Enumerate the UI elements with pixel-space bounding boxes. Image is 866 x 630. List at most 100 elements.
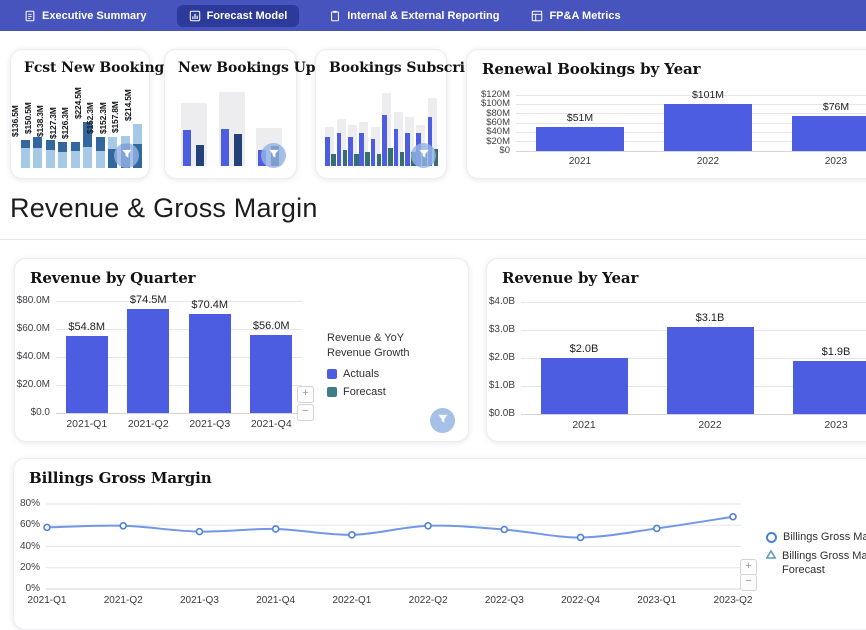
card-revenue-by-quarter: Revenue by Quarter $0.0$20.0M$40.0M$60.0…	[14, 258, 469, 442]
bar-2021-Q1[interactable]	[66, 336, 108, 413]
section-title: Revenue & Gross Margin	[10, 193, 318, 224]
legend-item-label: Billings Gross Margin Forecast	[782, 549, 866, 578]
actuals-bar[interactable]	[371, 139, 376, 166]
zoom-in-button[interactable]: +	[297, 386, 314, 403]
forecast-bar[interactable]	[196, 145, 204, 166]
forecast-bar[interactable]	[400, 152, 405, 166]
data-point-2022-Q1[interactable]	[349, 532, 355, 538]
data-point-2021-Q3[interactable]	[196, 529, 202, 535]
data-point-2022-Q3[interactable]	[501, 527, 507, 533]
legend-item-forecast: Forecast	[327, 386, 445, 398]
forecast-bar[interactable]	[354, 154, 359, 166]
legend-item-circle: Billings Gross Margin Actuals	[766, 531, 866, 543]
funnel-icon	[418, 147, 430, 165]
zoom-out-button[interactable]: −	[740, 574, 757, 591]
filter-badge[interactable]	[261, 143, 286, 168]
bar-2022[interactable]	[664, 104, 752, 151]
bar-value-label: $224.5M	[73, 87, 83, 119]
gross-margin-line-svg	[46, 504, 741, 589]
bar-2021[interactable]	[541, 358, 628, 414]
actuals-bar[interactable]	[359, 133, 364, 166]
billings-gross-margin-chart: 0%20%40%60%80%2021-Q12021-Q22021-Q32021-…	[46, 504, 741, 589]
forecast-bar[interactable]	[331, 154, 336, 166]
stacked-bar-segment[interactable]	[21, 140, 30, 148]
legend-item-label: Actuals	[343, 368, 379, 380]
actuals-bar[interactable]	[221, 129, 229, 166]
y-axis-label: $20.0M	[2, 379, 50, 391]
bar-2021-Q3[interactable]	[189, 314, 231, 413]
bar-2021[interactable]	[536, 127, 624, 151]
stacked-bar-segment[interactable]	[96, 151, 105, 168]
bar-value-label: $138.3M	[35, 105, 45, 137]
stacked-bar-segment[interactable]	[33, 148, 42, 168]
bar-value-label: $56.0M	[226, 320, 316, 332]
data-point-2023-Q1[interactable]	[654, 525, 660, 531]
filter-badge[interactable]	[114, 143, 139, 168]
x-axis-label: 2023	[791, 156, 866, 168]
bar-2023[interactable]	[793, 361, 866, 414]
y-axis-label: $4.0B	[467, 296, 515, 308]
bar-2023[interactable]	[792, 116, 866, 151]
bar-value-label: $150.5M	[23, 102, 33, 134]
actuals-bar[interactable]	[405, 133, 410, 166]
nav-tab-forecast-model[interactable]: Forecast Model	[177, 5, 300, 27]
actuals-bar[interactable]	[394, 129, 399, 166]
stacked-bar-segment[interactable]	[133, 124, 142, 144]
legend-swatch-icon	[327, 387, 337, 397]
stacked-bar-segment[interactable]	[71, 151, 80, 168]
bar-value-label: $2.0B	[539, 343, 629, 355]
card-title-new-bookings-upsell: New Bookings Up...	[178, 60, 330, 76]
stacked-bar-segment[interactable]	[46, 150, 55, 168]
forecast-bar[interactable]	[388, 148, 393, 166]
y-axis-label: 20%	[10, 562, 40, 574]
x-axis-label: 2022	[665, 419, 755, 431]
card-title-billings-gross-margin: Billings Gross Margin	[29, 469, 212, 487]
actuals-bar[interactable]	[382, 115, 387, 166]
actuals-bar[interactable]	[183, 130, 191, 166]
y-axis-label: $1.0B	[467, 380, 515, 392]
data-point-2023-Q2[interactable]	[730, 514, 736, 520]
nav-tab-executive-summary[interactable]: Executive Summary	[22, 5, 149, 27]
y-axis-label: $120M	[462, 89, 510, 101]
card-title-fcst-new-bookings: Fcst New Booking...	[24, 60, 179, 76]
zoom-out-button[interactable]: −	[297, 404, 314, 421]
forecast-bar[interactable]	[234, 134, 242, 166]
bar-value-label: $1.9B	[791, 346, 866, 358]
data-point-2022-Q2[interactable]	[425, 523, 431, 529]
bar-2021-Q4[interactable]	[250, 335, 292, 413]
stacked-bar-segment[interactable]	[58, 152, 67, 168]
stacked-bar-segment[interactable]	[33, 137, 42, 148]
filter-badge[interactable]	[411, 143, 436, 168]
stacked-bar-segment[interactable]	[71, 142, 80, 151]
stacked-bar-segment[interactable]	[83, 147, 92, 168]
filter-badge[interactable]	[430, 408, 455, 433]
x-axis-label: 2022	[663, 156, 753, 168]
nav-tab-fp-a-metrics[interactable]: FP&A Metrics	[529, 5, 622, 27]
bar-value-label: $3.1B	[665, 312, 755, 324]
legend-item-label: Forecast	[343, 386, 386, 398]
nav-tab-label: Internal & External Reporting	[347, 10, 499, 22]
nav-tab-label: Executive Summary	[42, 10, 147, 22]
data-point-2021-Q1[interactable]	[44, 524, 50, 530]
actuals-bar[interactable]	[337, 133, 342, 166]
stacked-bar-segment[interactable]	[96, 137, 105, 151]
actuals-bar[interactable]	[348, 137, 353, 166]
data-point-2022-Q4[interactable]	[578, 534, 584, 540]
stacked-bar-segment[interactable]	[21, 148, 30, 168]
section-divider	[0, 239, 866, 240]
forecast-bar[interactable]	[377, 154, 382, 166]
stacked-bar-segment[interactable]	[46, 140, 55, 150]
bar-2022[interactable]	[667, 327, 754, 414]
data-point-2021-Q2[interactable]	[120, 523, 126, 529]
card-renewal-bookings-by-year: Renewal Bookings by Year $0$20M$40M$60M$…	[466, 49, 866, 179]
bar-2021-Q2[interactable]	[127, 309, 169, 413]
y-axis-label: $3.0B	[467, 324, 515, 336]
actuals-bar[interactable]	[325, 137, 330, 166]
forecast-bar[interactable]	[343, 150, 348, 166]
bar-value-label: $152.3M	[85, 102, 95, 134]
nav-tab-internal-external-reporting[interactable]: Internal & External Reporting	[327, 5, 501, 27]
data-point-2021-Q4[interactable]	[273, 526, 279, 532]
stacked-bar-segment[interactable]	[58, 142, 67, 152]
forecast-bar[interactable]	[365, 152, 370, 166]
y-axis-label: 0%	[10, 583, 40, 595]
